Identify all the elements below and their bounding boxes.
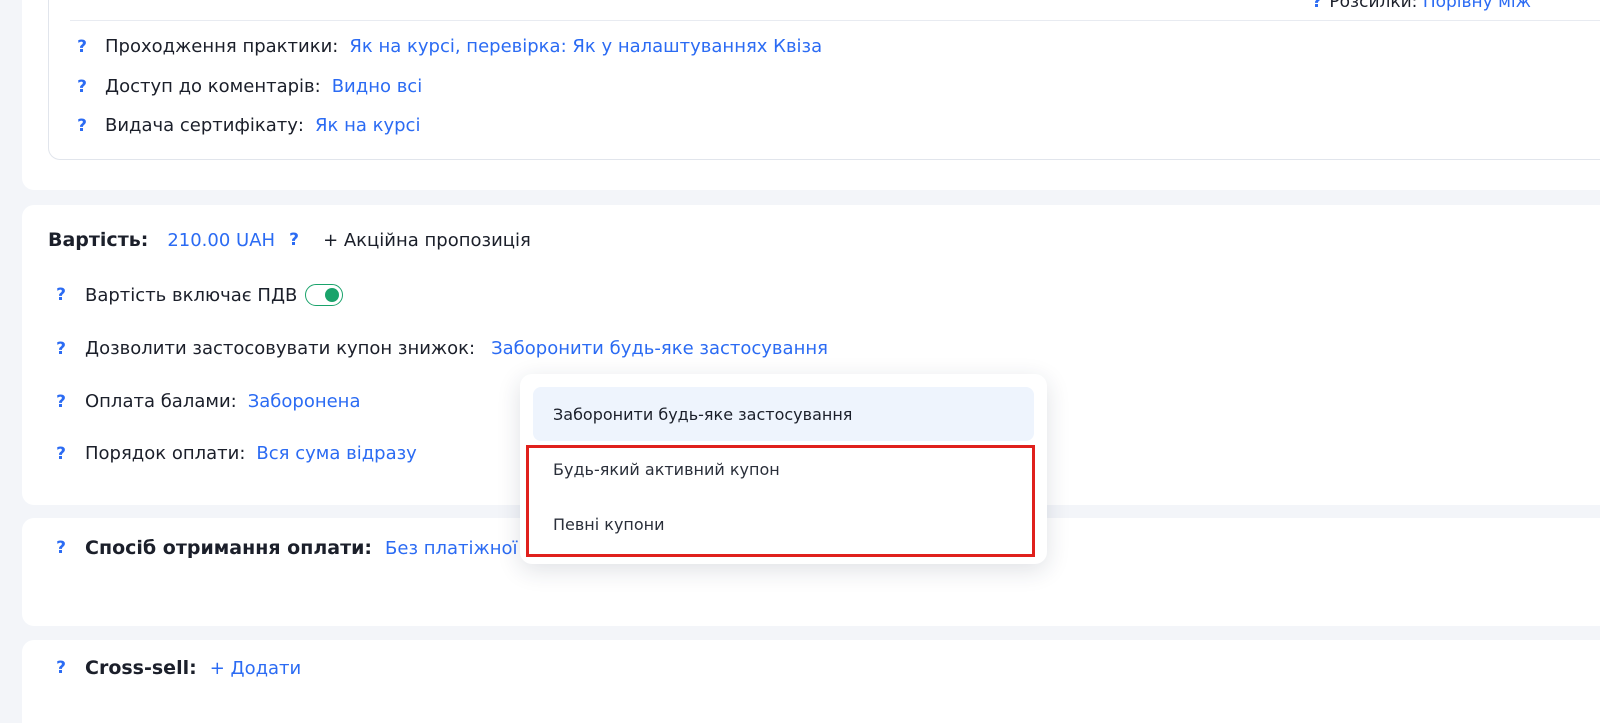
price-row: Вартість: 210.00 UAH ? + Акційна пропози… — [48, 229, 531, 251]
mailing-label: Розсилки: — [1329, 0, 1418, 12]
toggle-knob — [325, 288, 340, 302]
highlight-annotation — [526, 445, 1035, 557]
price-value-link[interactable]: 210.00 UAH — [167, 230, 275, 251]
promo-offer-button[interactable]: + Акційна пропозиція — [323, 230, 531, 251]
help-icon[interactable]: ? — [54, 339, 68, 359]
payment-method-row: ? Спосіб отримання оплати: Без платіжної… — [54, 537, 565, 559]
dropdown-option-forbid[interactable]: Заборонити будь-яке застосування — [533, 387, 1034, 441]
coupon-row: ? Дозволити застосовувати купон знижок: … — [54, 338, 828, 359]
cross-sell-card — [22, 640, 1600, 723]
payment-order-value-link[interactable]: Вся сума відразу — [256, 443, 416, 464]
payment-order-row: ? Порядок оплати: Вся сума відразу — [54, 443, 417, 464]
cross-sell-label: Cross-sell: — [85, 657, 197, 679]
price-label: Вартість: — [48, 229, 149, 251]
help-icon[interactable]: ? — [54, 538, 68, 558]
payment-order-label: Порядок оплати: — [85, 443, 246, 464]
vat-row: ? Вартість включає ПДВ — [54, 284, 344, 306]
certificate-label: Видача сертифікату: — [105, 115, 304, 136]
help-icon[interactable]: ? — [75, 37, 89, 57]
cross-sell-row: ? Cross-sell: + Додати — [54, 657, 301, 679]
help-icon[interactable]: ? — [75, 116, 89, 136]
practice-label: Проходження практики: — [105, 36, 339, 57]
help-icon[interactable]: ? — [54, 444, 68, 464]
mailing-value-link[interactable]: Порівну між — [1423, 0, 1531, 12]
coupon-label: Дозволити застосовувати купон знижок: — [85, 338, 476, 359]
help-icon[interactable]: ? — [54, 392, 68, 412]
mailing-setting-row: ? Розсилки: Порівну між — [1310, 0, 1531, 12]
comments-value-link[interactable]: Видно всі — [332, 76, 423, 97]
points-label: Оплата балами: — [85, 391, 237, 412]
certificate-setting-row: ? Видача сертифікату: Як на курсі — [75, 115, 420, 136]
vat-toggle[interactable] — [305, 284, 344, 306]
payment-method-label: Спосіб отримання оплати: — [85, 537, 373, 559]
coupon-value-link[interactable]: Заборонити будь-яке застосування — [491, 338, 828, 359]
help-icon[interactable]: ? — [54, 658, 68, 678]
help-icon[interactable]: ? — [287, 230, 301, 250]
help-icon[interactable]: ? — [1310, 0, 1324, 12]
comments-label: Доступ до коментарів: — [105, 76, 321, 97]
help-icon[interactable]: ? — [75, 77, 89, 97]
comments-setting-row: ? Доступ до коментарів: Видно всі — [75, 76, 422, 97]
help-icon[interactable]: ? — [54, 285, 68, 305]
vat-label: Вартість включає ПДВ — [85, 284, 298, 306]
certificate-value-link[interactable]: Як на курсі — [315, 115, 420, 136]
points-row: ? Оплата балами: Заборонена — [54, 391, 360, 412]
cross-sell-add-button[interactable]: + Додати — [210, 658, 302, 679]
practice-value-link[interactable]: Як на курсі, перевірка: Як у налаштуванн… — [349, 36, 822, 57]
points-value-link[interactable]: Заборонена — [248, 391, 361, 412]
divider — [70, 20, 1600, 21]
practice-setting-row: ? Проходження практики: Як на курсі, пер… — [75, 36, 822, 57]
